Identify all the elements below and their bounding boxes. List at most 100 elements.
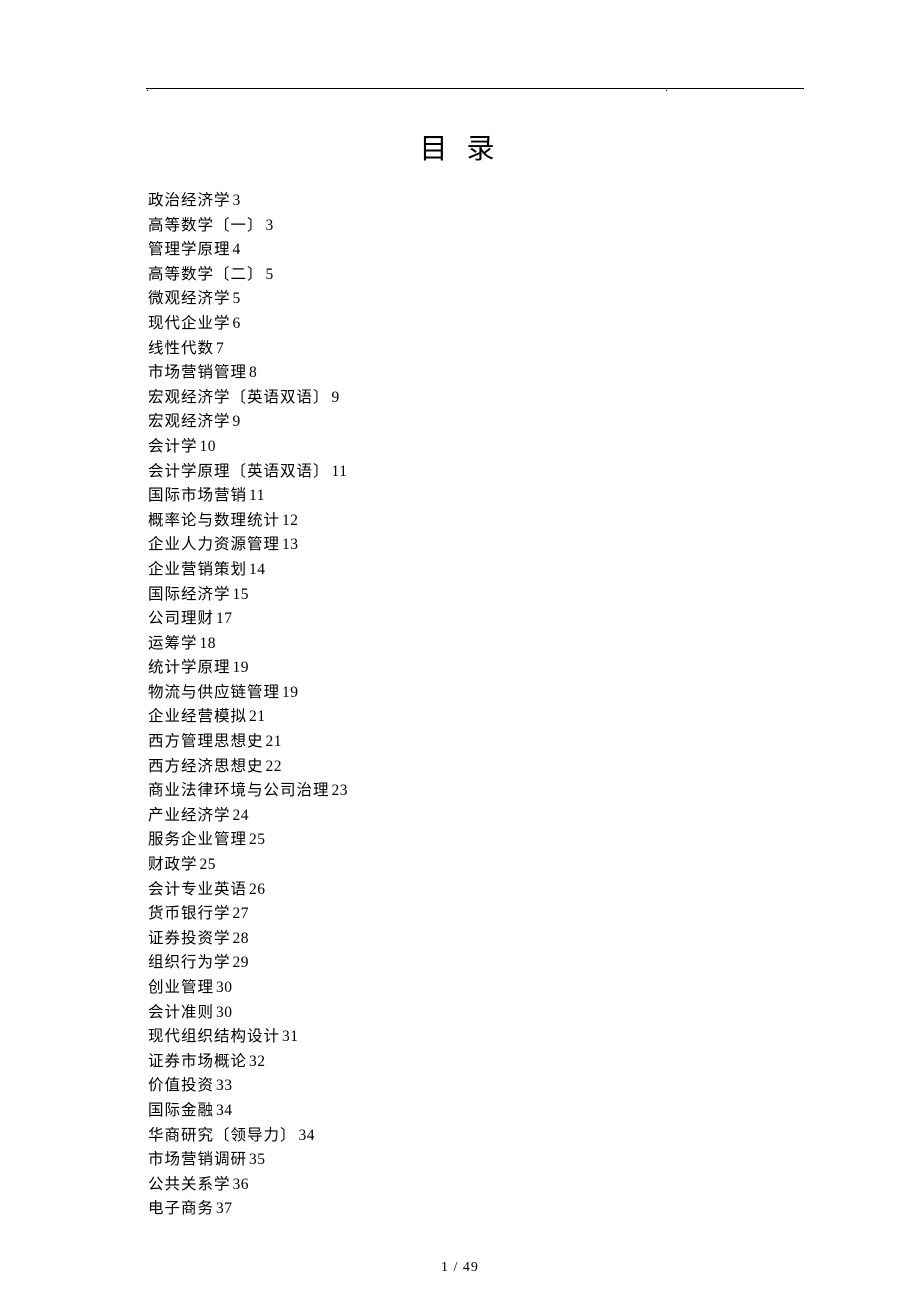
toc-entry-page: 5 <box>233 290 241 307</box>
toc-entry-title: 运筹学 <box>148 635 198 652</box>
toc-entry-title: 货币银行学 <box>148 905 231 922</box>
toc-entry-title: 会计准则 <box>148 1004 214 1021</box>
toc-entry-title: 财政学 <box>148 856 198 873</box>
toc-entry-page: 9 <box>233 413 241 430</box>
toc-entry: 高等数学〔一〕3 <box>148 214 790 239</box>
toc-entry: 会计专业英语26 <box>148 878 790 903</box>
toc-entry: 企业人力资源管理13 <box>148 533 790 558</box>
toc-entry: 价值投资33 <box>148 1074 790 1099</box>
toc-entry-title: 创业管理 <box>148 979 214 996</box>
toc-entry: 西方管理思想史21 <box>148 730 790 755</box>
toc-entry-page: 33 <box>216 1077 233 1094</box>
toc-entry-page: 30 <box>216 1004 233 1021</box>
toc-entry-title: 产业经济学 <box>148 807 231 824</box>
toc-entry-title: 证券市场概论 <box>148 1053 247 1070</box>
toc-entry-title: 商业法律环境与公司治理 <box>148 782 330 799</box>
toc-entry-title: 概率论与数理统计 <box>148 512 280 529</box>
toc-entry-page: 23 <box>332 782 349 799</box>
page-footer: 1 / 49 <box>0 1260 920 1276</box>
toc-entry-title: 西方经济思想史 <box>148 758 264 775</box>
toc-entry: 政治经济学3 <box>148 189 790 214</box>
toc-entry-title: 企业营销策划 <box>148 561 247 578</box>
toc-entry: 现代组织结构设计31 <box>148 1025 790 1050</box>
page-title: 目 录 <box>130 127 790 167</box>
toc-entry-page: 34 <box>216 1102 233 1119</box>
toc-entry-page: 18 <box>200 635 217 652</box>
toc-entry-page: 13 <box>282 536 299 553</box>
toc-entry: 国际经济学15 <box>148 583 790 608</box>
toc-entry: 物流与供应链管理19 <box>148 681 790 706</box>
toc-entry: 公司理财17 <box>148 607 790 632</box>
toc-entry: 会计学10 <box>148 435 790 460</box>
table-of-contents: 政治经济学3高等数学〔一〕3管理学原理4高等数学〔二〕5微观经济学5现代企业学6… <box>148 189 790 1222</box>
toc-entry-title: 国际金融 <box>148 1102 214 1119</box>
toc-entry-title: 市场营销调研 <box>148 1151 247 1168</box>
toc-entry-page: 9 <box>332 389 340 406</box>
toc-entry-page: 19 <box>233 659 250 676</box>
toc-entry-title: 企业经营模拟 <box>148 708 247 725</box>
toc-entry-page: 14 <box>249 561 266 578</box>
toc-entry: 现代企业学6 <box>148 312 790 337</box>
toc-entry-page: 26 <box>249 881 266 898</box>
toc-entry-page: 21 <box>249 708 266 725</box>
toc-entry-title: 市场营销管理 <box>148 364 247 381</box>
toc-entry: 企业营销策划14 <box>148 558 790 583</box>
toc-entry-page: 36 <box>233 1176 250 1193</box>
toc-entry: 管理学原理4 <box>148 238 790 263</box>
toc-entry: 货币银行学27 <box>148 902 790 927</box>
toc-entry-title: 政治经济学 <box>148 192 231 209</box>
toc-entry-title: 线性代数 <box>148 340 214 357</box>
toc-entry-title: 会计专业英语 <box>148 881 247 898</box>
toc-entry-title: 现代组织结构设计 <box>148 1028 280 1045</box>
toc-entry: 华商研究〔领导力〕34 <box>148 1124 790 1149</box>
toc-entry-title: 组织行为学 <box>148 954 231 971</box>
toc-entry-page: 27 <box>233 905 250 922</box>
toc-entry: 高等数学〔二〕5 <box>148 263 790 288</box>
toc-entry: 市场营销调研35 <box>148 1148 790 1173</box>
toc-entry-title: 高等数学〔一〕 <box>148 217 264 234</box>
toc-entry-title: 微观经济学 <box>148 290 231 307</box>
toc-entry-page: 29 <box>233 954 250 971</box>
toc-entry-page: 35 <box>249 1151 266 1168</box>
toc-entry-page: 34 <box>299 1127 316 1144</box>
toc-entry: 商业法律环境与公司治理23 <box>148 779 790 804</box>
toc-entry-title: 宏观经济学〔英语双语〕 <box>148 389 330 406</box>
toc-entry-title: 服务企业管理 <box>148 831 247 848</box>
toc-entry: 财政学25 <box>148 853 790 878</box>
toc-entry-title: 宏观经济学 <box>148 413 231 430</box>
toc-entry-title: 西方管理思想史 <box>148 733 264 750</box>
toc-entry-page: 28 <box>233 930 250 947</box>
toc-entry-page: 10 <box>200 438 217 455</box>
toc-entry-title: 公共关系学 <box>148 1176 231 1193</box>
toc-entry: 运筹学18 <box>148 632 790 657</box>
toc-entry-title: 电子商务 <box>148 1200 214 1217</box>
toc-entry: 企业经营模拟21 <box>148 705 790 730</box>
toc-entry: 证券投资学28 <box>148 927 790 952</box>
toc-entry-page: 12 <box>282 512 299 529</box>
toc-entry-page: 5 <box>266 266 274 283</box>
toc-entry-title: 高等数学〔二〕 <box>148 266 264 283</box>
toc-entry: 概率论与数理统计12 <box>148 509 790 534</box>
toc-entry: 宏观经济学9 <box>148 410 790 435</box>
toc-entry: 统计学原理19 <box>148 656 790 681</box>
toc-entry-title: 物流与供应链管理 <box>148 684 280 701</box>
toc-entry-page: 25 <box>249 831 266 848</box>
toc-entry-page: 3 <box>266 217 274 234</box>
toc-entry: 会计学原理〔英语双语〕11 <box>148 460 790 485</box>
toc-entry: 市场营销管理8 <box>148 361 790 386</box>
toc-entry-page: 21 <box>266 733 283 750</box>
toc-entry: 宏观经济学〔英语双语〕9 <box>148 386 790 411</box>
toc-entry-page: 8 <box>249 364 257 381</box>
toc-entry: 线性代数7 <box>148 337 790 362</box>
toc-entry-page: 11 <box>249 487 265 504</box>
toc-entry-page: 30 <box>216 979 233 996</box>
toc-entry-page: 31 <box>282 1028 299 1045</box>
toc-entry-page: 17 <box>216 610 233 627</box>
header-mark-right: . <box>665 82 668 94</box>
toc-entry-title: 会计学原理〔英语双语〕 <box>148 463 330 480</box>
toc-entry: 服务企业管理25 <box>148 828 790 853</box>
toc-entry: 国际金融34 <box>148 1099 790 1124</box>
toc-entry-page: 37 <box>216 1200 233 1217</box>
toc-entry-title: 华商研究〔领导力〕 <box>148 1127 297 1144</box>
toc-entry-title: 会计学 <box>148 438 198 455</box>
